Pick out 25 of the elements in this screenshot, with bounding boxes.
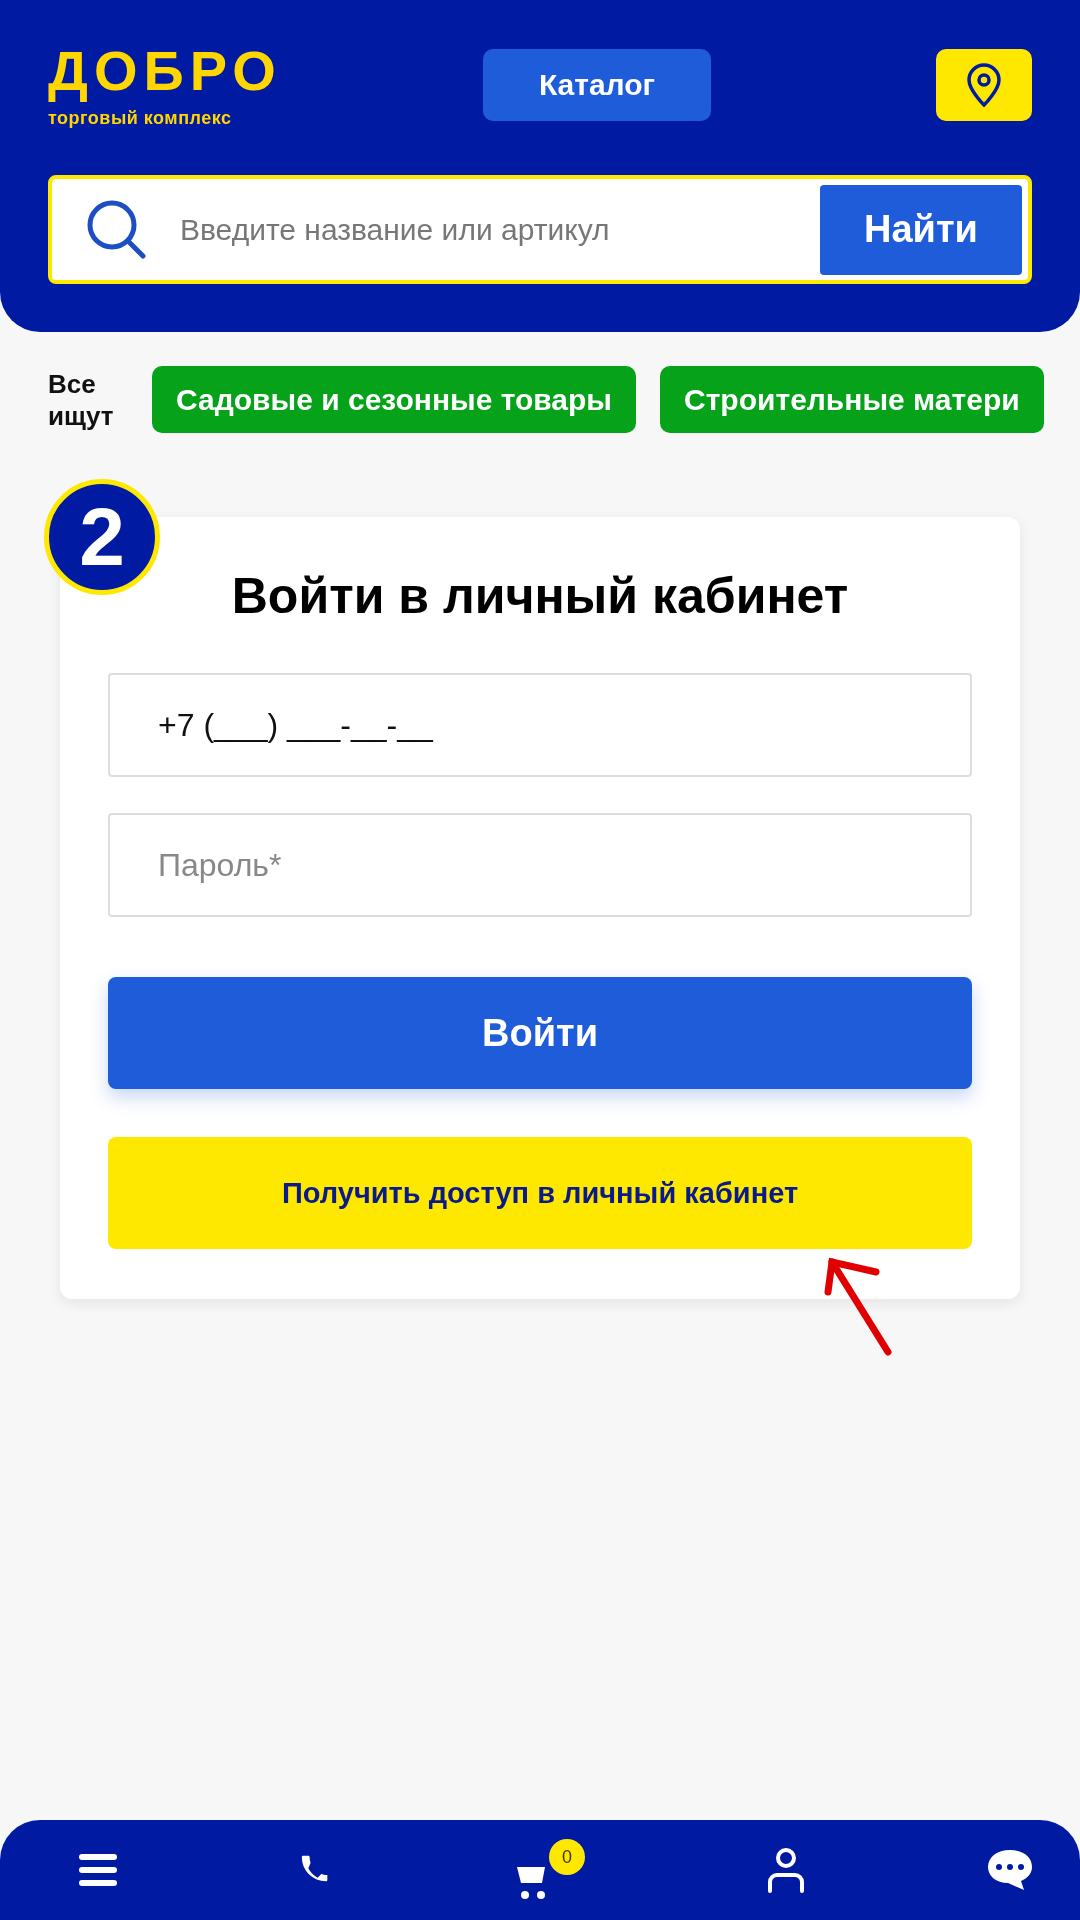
search-icon bbox=[86, 198, 148, 261]
search-field[interactable]: Введите название или артикул Найти bbox=[48, 175, 1032, 284]
cart-button[interactable]: 0 bbox=[513, 1839, 585, 1901]
access-button[interactable]: Получить доступ в личный кабинет bbox=[108, 1137, 972, 1249]
user-icon bbox=[765, 1847, 806, 1893]
password-field[interactable]: Пароль* bbox=[108, 813, 972, 917]
logo-subtitle: торговый комплекс bbox=[48, 108, 233, 129]
phone-field[interactable]: +7 (___) ___-__-__ bbox=[108, 673, 972, 777]
profile-button[interactable] bbox=[765, 1847, 806, 1893]
category-chip[interactable]: Строительные матери bbox=[660, 366, 1044, 433]
location-button[interactable] bbox=[936, 48, 1032, 121]
chat-button[interactable] bbox=[986, 1848, 1034, 1892]
login-button[interactable]: Войти bbox=[108, 977, 972, 1089]
map-pin-icon bbox=[966, 62, 1002, 107]
menu-button[interactable] bbox=[78, 1852, 118, 1888]
catalog-button[interactable]: Каталог bbox=[483, 48, 711, 121]
menu-icon bbox=[78, 1852, 118, 1888]
find-button[interactable]: Найти bbox=[820, 184, 1022, 275]
login-title: Войти в личный кабинет bbox=[230, 567, 850, 625]
category-chip[interactable]: Садовые и сезонные товары bbox=[152, 366, 636, 433]
chat-icon bbox=[986, 1848, 1034, 1892]
popular-label: Все ищут bbox=[48, 367, 115, 432]
step-badge: 2 bbox=[44, 479, 160, 595]
logo-title: ДОБРО bbox=[48, 40, 282, 102]
cart-count: 0 bbox=[549, 1839, 585, 1875]
